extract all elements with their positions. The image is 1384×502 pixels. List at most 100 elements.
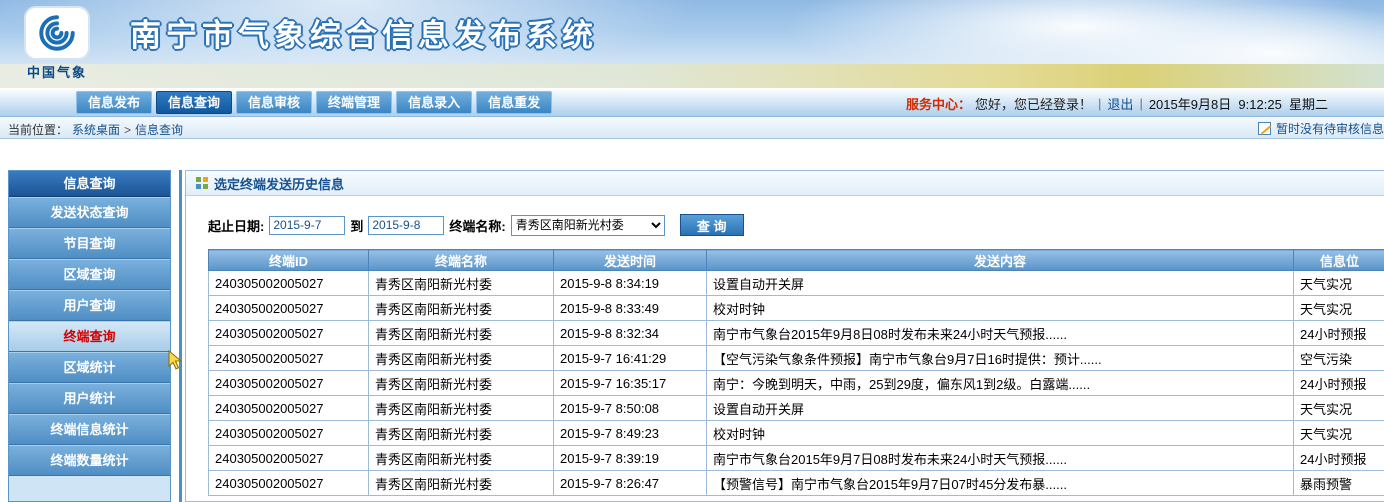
nav-info: 服务中心： 您好，您已经登录！ | 退出 | 2015年9月8日 9:12:25… [906,94,1328,113]
tab-信息重发[interactable]: 信息重发 [476,91,552,114]
sidebar-item-节目查询[interactable]: 节目查询 [9,228,170,259]
sidebar-items: 发送状态查询节目查询区域查询用户查询终端查询区域统计用户统计终端信息统计终端数量… [9,197,170,476]
nav-tabs: 信息发布信息查询信息审核终端管理信息录入信息重发 [76,91,552,114]
breadcrumb-home[interactable]: 系统桌面 [72,121,120,138]
table-cell: 240305002005027 [209,321,369,346]
table-cell: 南宁：今晚到明天，中雨，25到29度，偏东风1到2级。白露端...... [707,371,1294,396]
tab-信息查询[interactable]: 信息查询 [156,91,232,114]
table-row[interactable]: 240305002005027青秀区南阳新光村委2015-9-7 8:39:19… [209,446,1384,471]
sidebar-item-发送状态查询[interactable]: 发送状态查询 [9,197,170,228]
column-header: 发送时间 [554,250,707,271]
table-cell: 校对时钟 [707,296,1294,321]
table-cell: 青秀区南阳新光村委 [369,271,554,296]
table-cell: 设置自动开关屏 [707,396,1294,421]
service-center-label: 服务中心： [906,94,971,113]
section-title: 选定终端发送历史信息 [214,174,344,193]
table-cell: 240305002005027 [209,421,369,446]
sidebar-item-终端数量统计[interactable]: 终端数量统计 [9,445,170,476]
table-cell: 南宁市气象台2015年9月8日08时发布未来24小时天气预报...... [707,321,1294,346]
logout-link[interactable]: 退出 [1107,94,1133,113]
sidebar-item-用户查询[interactable]: 用户查询 [9,290,170,321]
table-cell: 240305002005027 [209,471,369,496]
tab-信息录入[interactable]: 信息录入 [396,91,472,114]
table-cell: 24小时预报 [1294,321,1384,346]
nav-bar: 信息发布信息查询信息审核终端管理信息录入信息重发 服务中心： 您好，您已经登录！… [0,88,1384,117]
datetime-display: 2015年9月8日 9:12:25 星期二 [1149,94,1328,113]
table-cell: 天气实况 [1294,296,1384,321]
table-cell: 设置自动开关屏 [707,271,1294,296]
table-cell: 青秀区南阳新光村委 [369,446,554,471]
sidebar-item-终端信息统计[interactable]: 终端信息统计 [9,414,170,445]
column-header: 信息位 [1294,250,1384,271]
note-icon [1258,122,1271,135]
terminal-select[interactable]: 青秀区南阳新光村委 [511,215,665,236]
review-notice: 暂时没有待审核信息 [1258,120,1384,137]
review-notice-text: 暂时没有待审核信息 [1276,120,1384,137]
table-cell: 2015-9-8 8:33:49 [554,296,707,321]
breadcrumb-current[interactable]: 信息查询 [135,121,183,138]
table-cell: 2015-9-7 8:39:19 [554,446,707,471]
table-cell: 【空气污染气象条件预报】南宁市气象台9月7日16时提供：预计...... [707,346,1294,371]
table-cell: 24小时预报 [1294,446,1384,471]
table-cell: 天气实况 [1294,271,1384,296]
terminal-name-label: 终端名称: [449,216,505,235]
table-row[interactable]: 240305002005027青秀区南阳新光村委2015-9-7 16:41:2… [209,346,1384,371]
tab-终端管理[interactable]: 终端管理 [316,91,392,114]
table-cell: 2015-9-8 8:32:34 [554,321,707,346]
table-cell: 240305002005027 [209,296,369,321]
sidebar-item-终端查询[interactable]: 终端查询 [9,321,170,352]
table-cell: 2015-9-7 16:41:29 [554,346,707,371]
tab-信息发布[interactable]: 信息发布 [76,91,152,114]
sidebar-item-区域查询[interactable]: 区域查询 [9,259,170,290]
column-header: 发送内容 [707,250,1294,271]
breadcrumb-label: 当前位置： [8,121,68,138]
table-cell: 240305002005027 [209,446,369,471]
grid-icon [196,177,208,189]
section-header: 选定终端发送历史信息 [186,171,1384,196]
breadcrumb: 当前位置： 系统桌面 > 信息查询 [8,121,183,138]
sidebar: 信息查询 发送状态查询节目查询区域查询用户查询终端查询区域统计用户统计终端信息统… [8,170,171,502]
table-cell: 2015-9-7 8:49:23 [554,421,707,446]
table-row[interactable]: 240305002005027青秀区南阳新光村委2015-9-7 16:35:1… [209,371,1384,396]
column-header: 终端名称 [369,250,554,271]
table-row[interactable]: 240305002005027青秀区南阳新光村委2015-9-7 8:50:08… [209,396,1384,421]
login-greeting: 您好，您已经登录！ [975,94,1092,113]
history-table: 终端ID终端名称发送时间发送内容信息位 240305002005027青秀区南阳… [208,249,1384,496]
app-title: 南宁市气象综合信息发布系统 [130,10,598,55]
table-cell: 青秀区南阳新光村委 [369,346,554,371]
table-cell: 暴雨预警 [1294,471,1384,496]
table-cell: 天气实况 [1294,396,1384,421]
query-form: 起止日期: 到 终端名称: 青秀区南阳新光村委 查 询 [208,214,1384,236]
table-cell: 青秀区南阳新光村委 [369,396,554,421]
date-from-input[interactable] [269,216,345,235]
table-cell: 青秀区南阳新光村委 [369,296,554,321]
spiral-logo-icon [36,12,78,54]
table-cell: 青秀区南阳新光村委 [369,321,554,346]
table-cell: 2015-9-8 8:34:19 [554,271,707,296]
sidebar-title: 信息查询 [9,171,170,197]
table-cell: 240305002005027 [209,371,369,396]
table-cell: 2015-9-7 16:35:17 [554,371,707,396]
panel-divider [179,170,182,502]
table-row[interactable]: 240305002005027青秀区南阳新光村委2015-9-7 8:26:47… [209,471,1384,496]
sidebar-item-用户统计[interactable]: 用户统计 [9,383,170,414]
query-button[interactable]: 查 询 [680,214,744,236]
table-row[interactable]: 240305002005027青秀区南阳新光村委2015-9-8 8:34:19… [209,271,1384,296]
date-to-input[interactable] [368,216,444,235]
table-row[interactable]: 240305002005027青秀区南阳新光村委2015-9-8 8:33:49… [209,296,1384,321]
separator: | [1096,96,1103,111]
cma-logo [24,6,90,60]
table-cell: 2015-9-7 8:26:47 [554,471,707,496]
sidebar-item-区域统计[interactable]: 区域统计 [9,352,170,383]
table-cell: 青秀区南阳新光村委 [369,371,554,396]
table-row[interactable]: 240305002005027青秀区南阳新光村委2015-9-8 8:32:34… [209,321,1384,346]
table-body: 240305002005027青秀区南阳新光村委2015-9-8 8:34:19… [209,271,1384,496]
table-cell: 24小时预报 [1294,371,1384,396]
table-cell: 校对时钟 [707,421,1294,446]
table-cell: 240305002005027 [209,271,369,296]
separator: | [1137,96,1144,111]
table-cell: 240305002005027 [209,346,369,371]
tab-信息审核[interactable]: 信息审核 [236,91,312,114]
table-cell: 天气实况 [1294,421,1384,446]
table-row[interactable]: 240305002005027青秀区南阳新光村委2015-9-7 8:49:23… [209,421,1384,446]
